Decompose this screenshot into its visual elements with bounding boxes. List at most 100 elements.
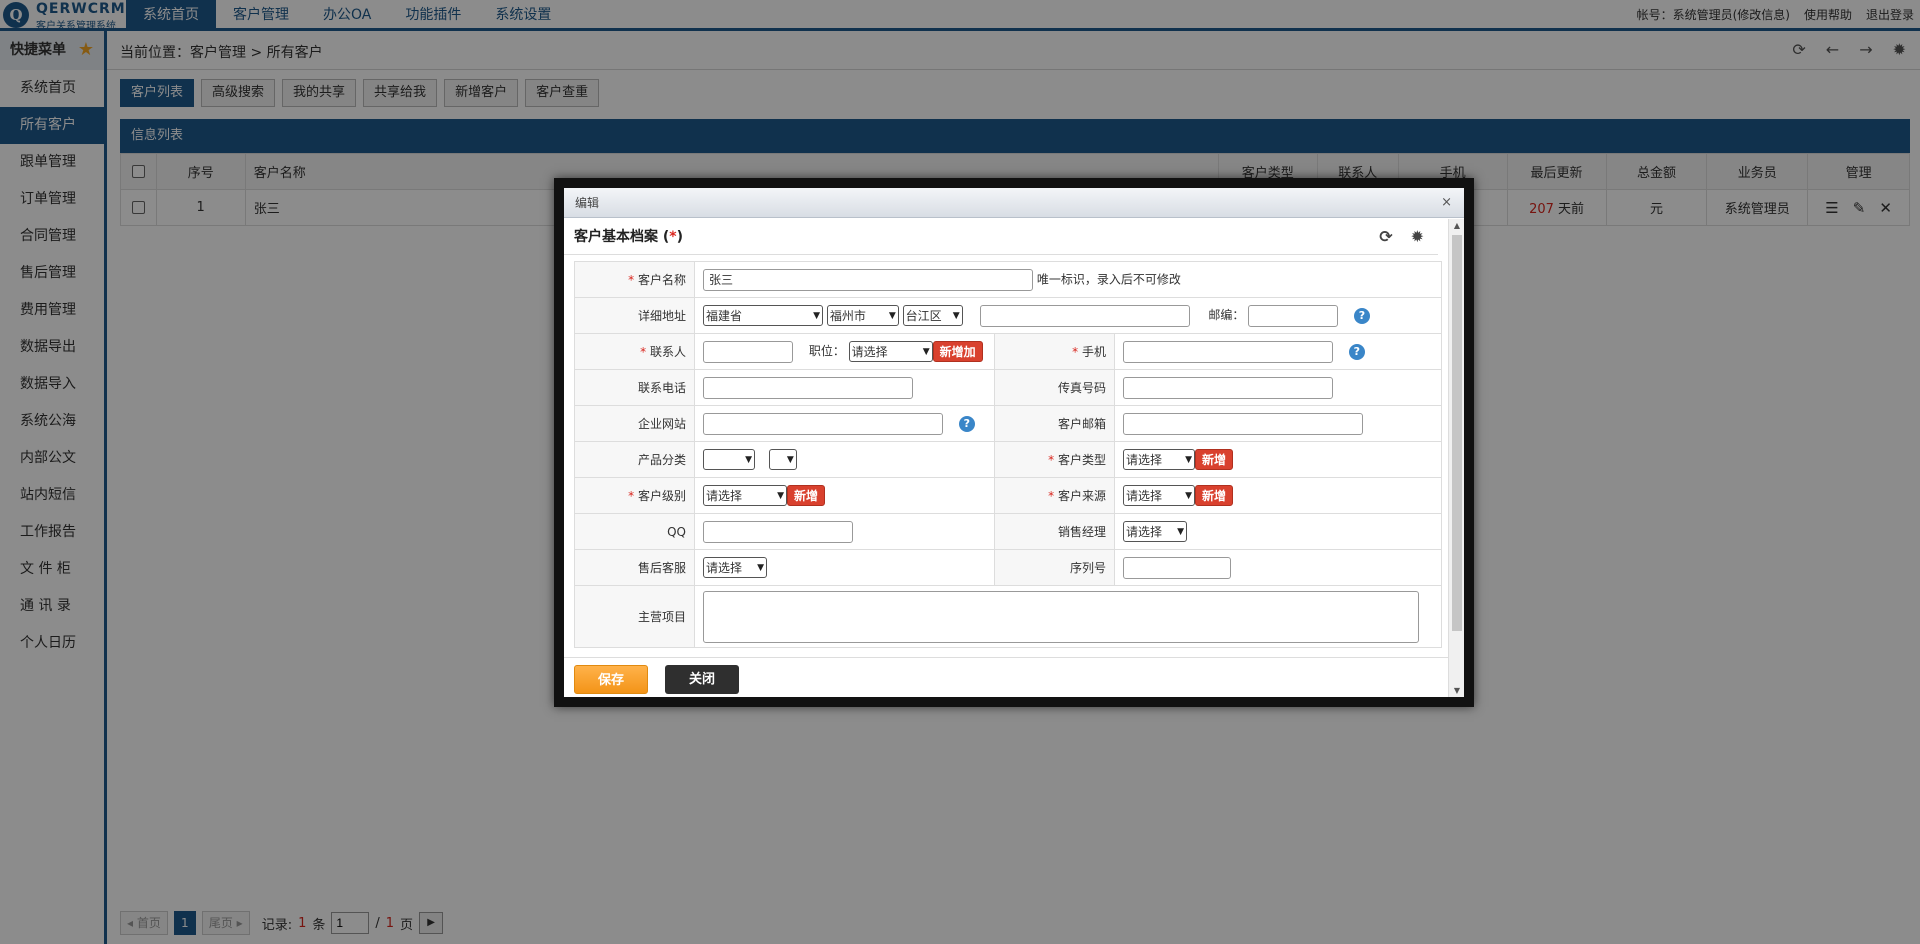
serial-label: 序列号	[994, 549, 1115, 586]
city-value: 福州市	[829, 309, 866, 323]
scroll-down-icon[interactable]: ▼	[1449, 686, 1465, 695]
close-button[interactable]: 关闭	[665, 665, 739, 694]
province-select[interactable]: 福建省 ▼	[703, 305, 823, 326]
customer-name-input[interactable]	[703, 268, 1033, 291]
form-header: 客户基本档案 (*) ⟳ ✹	[564, 219, 1438, 255]
serial-input[interactable]	[1123, 556, 1231, 579]
sales-value: 请选择	[1126, 525, 1163, 539]
form-row-business: 主营项目	[574, 585, 1442, 648]
contact-label: 联系人	[649, 345, 686, 359]
chevron-down-icon: ▼	[922, 346, 930, 357]
dialog-titlebar: 编辑 ×	[564, 188, 1464, 218]
level-label: 客户级别	[637, 489, 686, 503]
email-input[interactable]	[1123, 412, 1363, 435]
customer-type-select[interactable]: 请选择 ▼	[1123, 449, 1195, 470]
add-position-button[interactable]: 新增加	[932, 341, 983, 362]
save-button[interactable]: 保存	[574, 665, 648, 694]
add-type-button[interactable]: 新增	[1195, 449, 1234, 470]
fax-input[interactable]	[1123, 376, 1333, 399]
dialog-title: 编辑	[575, 196, 600, 210]
contact-input[interactable]	[703, 340, 793, 363]
mobile-input[interactable]	[1123, 340, 1333, 363]
address-value-cell: 福建省 ▼ 福州市 ▼ 台江区 ▼ 邮编： ?	[694, 297, 1442, 334]
email-label: 客户邮箱	[994, 405, 1115, 442]
dialog-close-icon[interactable]: ×	[1441, 188, 1452, 218]
form-title: 客户基本档案 (	[574, 229, 670, 245]
position-select[interactable]: 请选择 ▼	[848, 341, 933, 362]
form-header-icons: ⟳ ✹	[1379, 219, 1424, 255]
form-row-name: * 客户名称 唯一标识，录入后不可修改	[574, 261, 1442, 298]
service-value-cell: 请选择 ▼	[694, 549, 995, 586]
phone-value-cell	[694, 369, 995, 406]
help-icon[interactable]: ?	[1348, 343, 1365, 360]
scroll-thumb[interactable]	[1452, 235, 1462, 631]
name-label-cell: * 客户名称	[574, 261, 695, 298]
required-mark: *	[628, 489, 638, 503]
business-textarea[interactable]	[703, 590, 1419, 643]
scroll-up-icon[interactable]: ▲	[1449, 221, 1465, 230]
qq-label: QQ	[574, 513, 695, 550]
form-refresh-icon[interactable]: ⟳	[1379, 219, 1392, 255]
chevron-down-icon: ▼	[757, 562, 764, 573]
chevron-down-icon: ▼	[786, 454, 794, 465]
product-category-select[interactable]: ▼	[703, 449, 755, 470]
sales-manager-select[interactable]: 请选择 ▼	[1123, 521, 1187, 542]
zip-input[interactable]	[1248, 304, 1339, 327]
address-label: 详细地址	[574, 297, 695, 334]
dialog-footer: 保存 关闭	[564, 657, 1448, 697]
website-input[interactable]	[703, 412, 943, 435]
product-value-cell: ▼ ▼	[694, 441, 995, 478]
type-label-cell: * 客户类型	[994, 441, 1115, 478]
qq-input[interactable]	[703, 520, 853, 543]
dialog-scrollbar[interactable]: ▲ ▼	[1448, 219, 1464, 697]
district-value: 台江区	[905, 309, 942, 323]
level-value-cell: 请选择 ▼ 新增	[694, 477, 995, 514]
city-select[interactable]: 福州市 ▼	[826, 305, 899, 326]
chevron-down-icon: ▼	[777, 490, 784, 501]
required-mark: *	[1048, 489, 1058, 503]
source-value-cell: 请选择 ▼ 新增	[1114, 477, 1442, 514]
serial-value-cell	[1114, 549, 1442, 586]
chevron-down-icon: ▼	[888, 310, 896, 321]
type-label: 客户类型	[1057, 453, 1106, 467]
district-select[interactable]: 台江区 ▼	[902, 305, 963, 326]
dialog-body: 客户基本档案 (*) ⟳ ✹ * 客户名称 唯一标识，录入后不可修改 详细地址	[564, 219, 1448, 660]
phone-input[interactable]	[703, 376, 913, 399]
position-label: 职位：	[808, 344, 845, 358]
mobile-label-cell: * 手机	[994, 333, 1115, 370]
form-row-phone: 联系电话 传真号码	[574, 369, 1442, 406]
add-level-button[interactable]: 新增	[787, 485, 826, 506]
help-icon[interactable]: ?	[1353, 307, 1370, 324]
chevron-down-icon: ▼	[813, 310, 820, 321]
chevron-down-icon: ▼	[745, 454, 752, 465]
form-settings-gear-icon[interactable]: ✹	[1411, 219, 1424, 255]
form-row-level: * 客户级别 请选择 ▼ 新增 * 客户来源 请选择 ▼ 新增	[574, 477, 1442, 514]
position-value: 请选择	[851, 345, 888, 359]
customer-source-select[interactable]: 请选择 ▼	[1123, 485, 1195, 506]
add-source-button[interactable]: 新增	[1195, 485, 1234, 506]
form-row-address: 详细地址 福建省 ▼ 福州市 ▼ 台江区 ▼ 邮编： ?	[574, 297, 1442, 334]
edit-dialog: 编辑 × 客户基本档案 (*) ⟳ ✹ * 客户名称 唯一标识，录入后不可修改	[554, 178, 1474, 707]
mobile-label: 手机	[1081, 345, 1106, 359]
website-value-cell: ?	[694, 405, 995, 442]
help-icon[interactable]: ?	[958, 415, 975, 432]
fax-value-cell	[1114, 369, 1442, 406]
chevron-down-icon: ▼	[952, 310, 960, 321]
form-row-product: 产品分类 ▼ ▼ * 客户类型 请选择 ▼ 新增	[574, 441, 1442, 478]
aftersales-service-select[interactable]: 请选择 ▼	[703, 557, 767, 578]
form-row-contact: * 联系人 职位： 请选择 ▼ 新增加 * 手机 ?	[574, 333, 1442, 370]
form-row-service: 售后客服 请选择 ▼ 序列号	[574, 549, 1442, 586]
qq-value-cell	[694, 513, 995, 550]
phone-label: 联系电话	[574, 369, 695, 406]
name-label: 客户名称	[637, 273, 686, 287]
edit-dialog-inner: 编辑 × 客户基本档案 (*) ⟳ ✹ * 客户名称 唯一标识，录入后不可修改	[564, 188, 1464, 697]
product-subcategory-select[interactable]: ▼	[768, 449, 797, 470]
source-value: 请选择	[1126, 489, 1163, 503]
street-address-input[interactable]	[980, 304, 1191, 327]
sales-label: 销售经理	[994, 513, 1115, 550]
form-row-website: 企业网站 ? 客户邮箱	[574, 405, 1442, 442]
product-label: 产品分类	[574, 441, 695, 478]
required-mark: *	[1072, 345, 1082, 359]
website-label: 企业网站	[574, 405, 695, 442]
customer-level-select[interactable]: 请选择 ▼	[703, 485, 787, 506]
